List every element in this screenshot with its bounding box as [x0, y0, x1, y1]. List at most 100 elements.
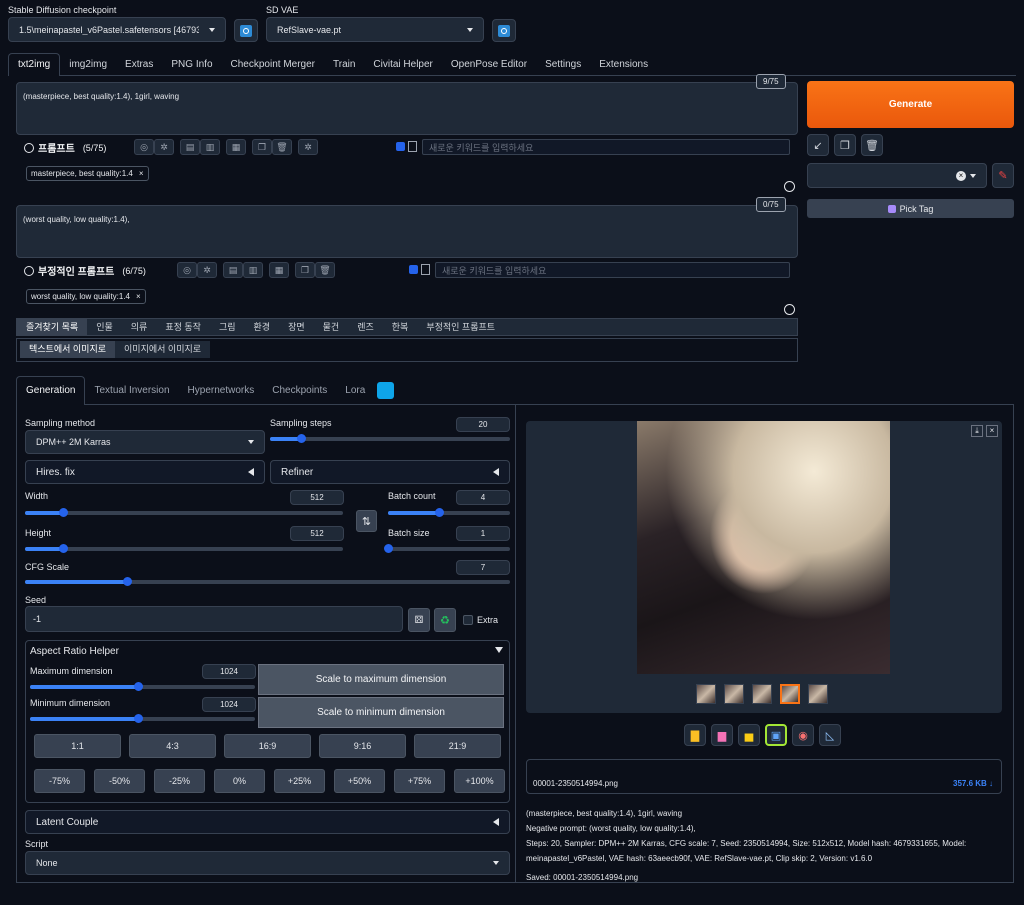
checkpoint-refresh-button[interactable] — [234, 19, 258, 42]
refiner-accordion[interactable]: Refiner — [270, 460, 510, 484]
generated-image[interactable] — [637, 421, 890, 674]
collapse-down-icon[interactable] — [784, 304, 795, 315]
category-tab[interactable]: 부정적인 프롬프트 — [417, 319, 504, 336]
max-dimension-input[interactable]: 1024 — [202, 664, 256, 679]
negative-tag-chip[interactable]: worst quality, low quality:1.4 × — [26, 289, 146, 304]
tab-train[interactable]: Train — [324, 54, 364, 76]
batch-count-slider[interactable] — [388, 508, 510, 517]
copy-icon[interactable]: ❐ — [252, 139, 272, 155]
cfg-scale-input[interactable]: 7 — [456, 560, 510, 575]
ruler-icon[interactable]: ◺ — [819, 724, 841, 746]
close-icon[interactable]: × — [986, 425, 998, 437]
clear-icon[interactable]: × — [956, 170, 966, 181]
percent-button[interactable]: +25% — [274, 769, 325, 793]
refresh-icon[interactable] — [377, 381, 395, 399]
category-tab[interactable]: 장면 — [279, 319, 314, 336]
tab-txt2img[interactable]: txt2img — [8, 53, 61, 76]
tab-settings[interactable]: Settings — [536, 54, 590, 76]
tab-civitai-helper[interactable]: Civitai Helper — [364, 54, 441, 76]
gallery-thumbnail[interactable] — [752, 684, 772, 704]
category-tab[interactable]: 한복 — [383, 319, 418, 336]
tab-lora[interactable]: Lora — [336, 377, 374, 405]
hires-fix-accordion[interactable]: Hires. fix — [25, 460, 265, 484]
arrow-icon[interactable]: ↙ — [807, 134, 829, 156]
checkpoint-select[interactable]: 1.5\meinapastel_v6Pastel.safetensors [46… — [8, 17, 226, 42]
category-tab[interactable]: 그림 — [210, 319, 245, 336]
reuse-seed-button[interactable]: ♻ — [434, 608, 456, 632]
extra-checkbox[interactable] — [463, 615, 473, 625]
subcategory-tab[interactable]: 텍스트에서 이미지로 — [20, 341, 116, 358]
pick-tag-button[interactable]: Pick Tag — [807, 199, 1014, 218]
ratio-button[interactable]: 1:1 — [34, 734, 121, 758]
tab-checkpoints[interactable]: Checkpoints — [263, 377, 336, 405]
ratio-button[interactable]: 9:16 — [319, 734, 406, 758]
max-dimension-slider[interactable] — [30, 682, 255, 691]
width-slider[interactable] — [25, 508, 343, 517]
category-tab[interactable]: 인물 — [87, 319, 122, 336]
category-tab[interactable]: 표정 동작 — [156, 319, 210, 336]
close-icon[interactable]: × — [136, 292, 141, 301]
globe-icon[interactable]: ◎ — [177, 262, 197, 278]
output-filesize[interactable]: 357.6 KB ↓ — [953, 779, 993, 788]
ratio-button[interactable]: 21:9 — [414, 734, 501, 758]
tab-textual-inversion[interactable]: Textual Inversion — [85, 377, 178, 405]
cfg-scale-slider[interactable] — [25, 577, 510, 586]
tab-generation[interactable]: Generation — [16, 376, 86, 405]
subcategory-tab[interactable]: 이미지에서 이미지로 — [115, 341, 211, 358]
translate-icon[interactable]: ▦ — [269, 262, 289, 278]
gallery-thumbnail[interactable] — [724, 684, 744, 704]
prompt-textarea[interactable]: (masterpiece, best quality:1.4), 1girl, … — [16, 82, 798, 135]
min-dimension-slider[interactable] — [30, 714, 255, 723]
collapse-down-icon[interactable] — [495, 647, 503, 653]
tab-img2img[interactable]: img2img — [60, 54, 116, 76]
percent-button[interactable]: -50% — [94, 769, 145, 793]
tab-openpose-editor[interactable]: OpenPose Editor — [442, 54, 536, 76]
bookmark-icon[interactable]: ▥ — [243, 262, 263, 278]
palette-icon[interactable]: ◉ — [792, 724, 814, 746]
keyword-checkbox[interactable] — [409, 265, 418, 274]
prompt-keyword-input[interactable]: 새로운 키워드를 입력하세요 — [422, 139, 790, 155]
zip-icon[interactable]: ▅ — [738, 724, 760, 746]
negative-keyword-input[interactable]: 새로운 키워드를 입력하세요 — [435, 262, 790, 278]
style-select[interactable]: × — [807, 163, 987, 188]
vae-select[interactable]: RefSlave-vae.pt — [266, 17, 484, 42]
folder-icon[interactable]: ▇ — [684, 724, 706, 746]
script-select[interactable]: None — [25, 851, 510, 875]
percent-button[interactable]: -75% — [34, 769, 85, 793]
height-slider[interactable] — [25, 544, 343, 553]
batch-count-input[interactable]: 4 — [456, 490, 510, 505]
category-tab[interactable]: 물건 — [314, 319, 349, 336]
tab-hypernetworks[interactable]: Hypernetworks — [179, 377, 264, 405]
tab-checkpoint-merger[interactable]: Checkpoint Merger — [222, 54, 324, 76]
tab-extensions[interactable]: Extensions — [590, 54, 657, 76]
globe-icon[interactable]: ◎ — [134, 139, 154, 155]
percent-button[interactable]: -25% — [154, 769, 205, 793]
ratio-button[interactable]: 16:9 — [224, 734, 311, 758]
gear-icon[interactable]: ✲ — [197, 262, 217, 278]
send-to-img2img-icon[interactable]: ▣ — [765, 724, 787, 746]
download-icon[interactable]: ⤓ — [971, 425, 983, 437]
percent-button[interactable]: +100% — [454, 769, 505, 793]
sampling-method-select[interactable]: DPM++ 2M Karras — [25, 430, 265, 454]
file-icon[interactable]: ▤ — [223, 262, 243, 278]
seed-input[interactable]: -1 — [25, 606, 403, 632]
sampling-steps-input[interactable]: 20 — [456, 417, 510, 432]
save-icon[interactable]: ▆ — [711, 724, 733, 746]
category-tab[interactable]: 렌즈 — [348, 319, 383, 336]
width-input[interactable]: 512 — [290, 490, 344, 505]
min-dimension-input[interactable]: 1024 — [202, 697, 256, 712]
tab-png-info[interactable]: PNG Info — [162, 54, 221, 76]
file-icon[interactable]: ▤ — [180, 139, 200, 155]
batch-size-input[interactable]: 1 — [456, 526, 510, 541]
percent-button[interactable]: +50% — [334, 769, 385, 793]
gallery-thumbnail[interactable] — [808, 684, 828, 704]
vae-refresh-button[interactable] — [492, 19, 516, 42]
tab-extras[interactable]: Extras — [116, 54, 162, 76]
trash-icon[interactable]: 🗑 — [861, 134, 883, 156]
height-input[interactable]: 512 — [290, 526, 344, 541]
latent-couple-accordion[interactable]: Latent Couple — [25, 810, 510, 834]
translate-icon[interactable]: ▦ — [226, 139, 246, 155]
negative-prompt-textarea[interactable]: (worst quality, low quality:1.4), — [16, 205, 798, 258]
gear-icon[interactable]: ✲ — [154, 139, 174, 155]
trash-icon[interactable]: 🗑 — [315, 262, 335, 278]
